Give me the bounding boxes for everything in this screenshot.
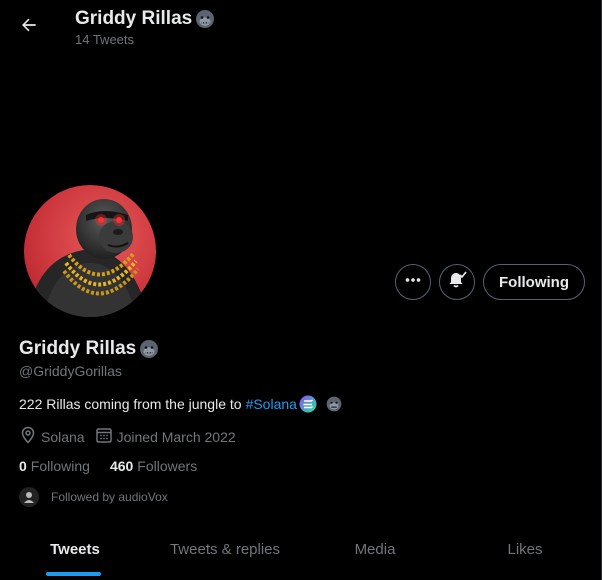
tab-media[interactable]: Media	[300, 526, 450, 580]
profile-page: Griddy Rillas 14 Tweets Following Griddy…	[0, 0, 602, 580]
profile-name: Griddy Rillas	[19, 338, 160, 360]
following-button[interactable]: Following	[483, 264, 585, 300]
profile-name-text: Griddy Rillas	[19, 338, 137, 359]
solana-icon	[299, 395, 317, 413]
header-title: Griddy Rillas	[75, 8, 216, 30]
calendar-icon	[95, 426, 113, 447]
avatar	[19, 487, 39, 507]
followers-stat[interactable]: 460 Followers	[110, 458, 197, 474]
notifications-button[interactable]	[439, 264, 475, 300]
tab-tweets-replies[interactable]: Tweets & replies	[150, 526, 300, 580]
gorilla-icon	[138, 338, 160, 360]
more-options-button[interactable]	[395, 264, 431, 300]
followed-by[interactable]: Followed by audioVox	[19, 487, 168, 507]
tab-likes[interactable]: Likes	[450, 526, 600, 580]
location-pin-icon	[19, 426, 37, 447]
tweet-count: 14 Tweets	[75, 32, 135, 47]
profile-stats: 0 Following 460 Followers	[19, 458, 197, 474]
bio-text: 222 Rillas coming from the jungle to	[19, 396, 242, 412]
location-text: Solana	[41, 428, 85, 445]
profile-header: Griddy Rillas 14 Tweets	[0, 0, 600, 53]
bell-check-icon	[447, 270, 467, 295]
gorilla-icon	[194, 8, 216, 30]
active-tab-indicator	[46, 572, 101, 576]
following-count: 0	[19, 458, 27, 474]
followers-label: Followers	[137, 458, 198, 474]
ellipsis-icon	[404, 271, 422, 294]
followed-by-text: Followed by audioVox	[51, 490, 168, 504]
location-item: Solana	[19, 426, 85, 447]
profile-handle: @GriddyGorillas	[19, 363, 122, 379]
followers-count: 460	[109, 458, 134, 474]
joined-item: Joined March 2022	[95, 426, 236, 447]
profile-bio: 222 Rillas coming from the jungle to #So…	[19, 395, 343, 413]
arrow-left-icon	[19, 15, 39, 40]
profile-meta: Solana Joined March 2022	[19, 426, 246, 447]
header-name-text: Griddy Rillas	[75, 8, 193, 29]
joined-text: Joined March 2022	[116, 428, 236, 445]
gorilla-icon	[325, 395, 343, 413]
hashtag-link[interactable]: #Solana	[246, 396, 297, 412]
back-button[interactable]	[12, 10, 46, 44]
avatar-image	[24, 185, 156, 317]
following-stat[interactable]: 0 Following	[19, 458, 90, 474]
following-label: Following	[30, 458, 90, 474]
profile-avatar[interactable]	[21, 182, 159, 320]
